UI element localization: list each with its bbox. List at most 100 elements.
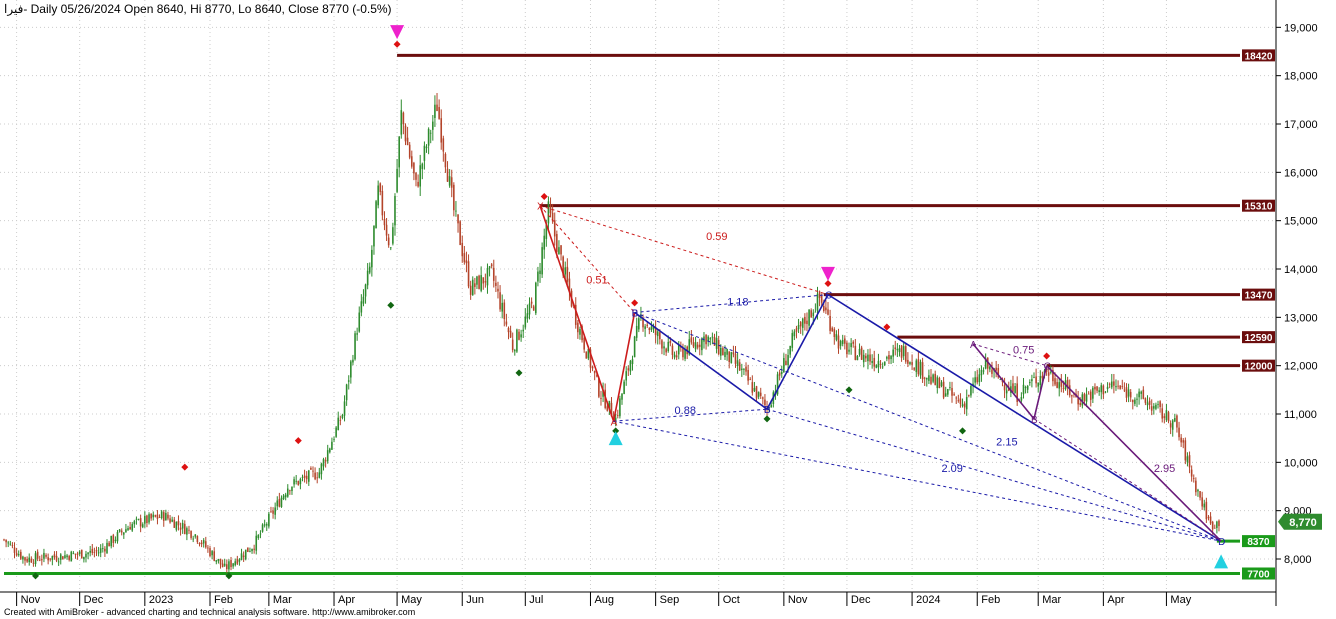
price-bar-body	[57, 561, 60, 563]
price-bar-body	[1079, 403, 1082, 405]
price-bar-body	[455, 210, 457, 212]
price-bar-body	[310, 468, 312, 470]
price-bar-body	[333, 438, 335, 440]
price-bar-body	[991, 369, 993, 374]
x-tick-label: Feb	[981, 594, 1000, 606]
price-bar-body	[129, 526, 131, 530]
price-bar-body	[633, 336, 636, 358]
price-bar-body	[11, 545, 14, 547]
pattern-ratio: 1.18	[727, 296, 748, 308]
price-bar-body	[406, 137, 409, 146]
price-bar-body	[480, 275, 482, 291]
price-bar-body	[591, 366, 594, 369]
y-axis-ticks: 8,0009,00010,00011,00012,00013,00014,000…	[1276, 22, 1318, 566]
price-bar-body	[631, 359, 634, 365]
price-bar-body	[1150, 406, 1153, 411]
price-bar-body	[648, 328, 651, 330]
price-bar-body	[816, 293, 819, 311]
price-bar-body	[173, 519, 176, 528]
price-bar-body	[101, 548, 104, 549]
price-bar-body	[623, 381, 625, 395]
price-bar-body	[724, 351, 726, 358]
price-bar-body	[743, 369, 745, 370]
price-bar-body	[936, 377, 939, 389]
price-bar-body	[753, 387, 756, 391]
price-bar-body	[240, 553, 243, 560]
price-bar-body	[629, 360, 632, 372]
price-bar-body	[541, 247, 543, 275]
price-bar-body	[808, 309, 810, 326]
price-bar-body	[377, 185, 379, 206]
price-bar-body	[835, 334, 838, 340]
price-bar-body	[650, 326, 653, 330]
price-bar-body	[1113, 381, 1115, 386]
price-bar-body	[747, 369, 749, 381]
price-bar-body	[671, 345, 674, 355]
price-bar-body	[97, 552, 100, 554]
price-bar-body	[200, 542, 203, 545]
price-bar-body	[13, 547, 16, 553]
price-bar-body	[394, 196, 396, 226]
price-bar-body	[505, 321, 508, 325]
pattern-point-A: A	[611, 417, 618, 428]
price-bar-body	[265, 524, 268, 526]
price-bar-body	[160, 511, 163, 519]
price-bar-body	[366, 270, 369, 286]
price-bar-body	[1024, 387, 1027, 388]
price-bar-body	[209, 548, 211, 557]
price-bar-body	[818, 291, 821, 298]
price-bar-body	[705, 334, 707, 345]
price-bar-body	[1081, 394, 1084, 406]
price-bar-body	[974, 377, 976, 383]
price-bar-body	[383, 219, 386, 226]
price-bar-body	[1035, 376, 1037, 384]
price-bar-body	[778, 372, 781, 376]
x-tick-label: Dec	[851, 594, 871, 606]
price-bar-body	[951, 388, 953, 396]
footer-credit: Created with AmiBroker - advanced charti…	[4, 607, 415, 617]
signal-dot	[763, 415, 771, 423]
price-bar-body	[995, 367, 997, 371]
price-bar-body	[553, 220, 556, 237]
price-bar-body	[478, 275, 480, 289]
price-bar-body	[490, 264, 493, 267]
price-bar-body	[251, 548, 253, 552]
price-bar-body	[190, 531, 192, 538]
price-bar-body	[656, 331, 659, 337]
price-bar-body	[877, 360, 880, 368]
price-bar-body	[867, 354, 869, 362]
price-bar-body	[247, 547, 249, 552]
price-bar-body	[711, 336, 714, 338]
y-tick-label: 19,000	[1284, 22, 1318, 34]
price-bar-body	[492, 267, 495, 281]
price-bar-body	[415, 172, 417, 180]
price-bar-body	[110, 535, 113, 547]
price-bar-body	[194, 534, 197, 537]
price-bar-body	[785, 360, 787, 366]
x-tick-label: May	[401, 594, 422, 606]
price-bar-body	[1155, 404, 1157, 409]
price-bar-body	[55, 555, 58, 561]
pattern-point-B: B	[764, 405, 771, 416]
price-bar-body	[558, 247, 560, 255]
price-bar-body	[942, 381, 945, 398]
signal-dot	[540, 193, 548, 200]
price-bar-body	[638, 318, 640, 330]
y-tick-label: 18,000	[1284, 71, 1318, 83]
x-tick-label: May	[1170, 594, 1191, 606]
price-bar-body	[528, 303, 531, 315]
price-bar-body	[358, 312, 361, 332]
last-price-label: 8,770	[1289, 517, 1317, 529]
price-bar-body	[755, 386, 758, 399]
price-bar-body	[1182, 440, 1185, 443]
price-bar-body	[1077, 398, 1079, 405]
price-bar-body	[955, 397, 958, 399]
price-bar-body	[1216, 521, 1218, 529]
y-tick-label: 14,000	[1284, 264, 1318, 276]
price-bar-body	[507, 327, 510, 333]
pattern-leg	[539, 205, 615, 422]
price-bar-body	[17, 554, 20, 556]
price-bar-body	[795, 328, 798, 332]
price-bar-body	[566, 266, 569, 282]
price-bar-body	[549, 205, 552, 214]
